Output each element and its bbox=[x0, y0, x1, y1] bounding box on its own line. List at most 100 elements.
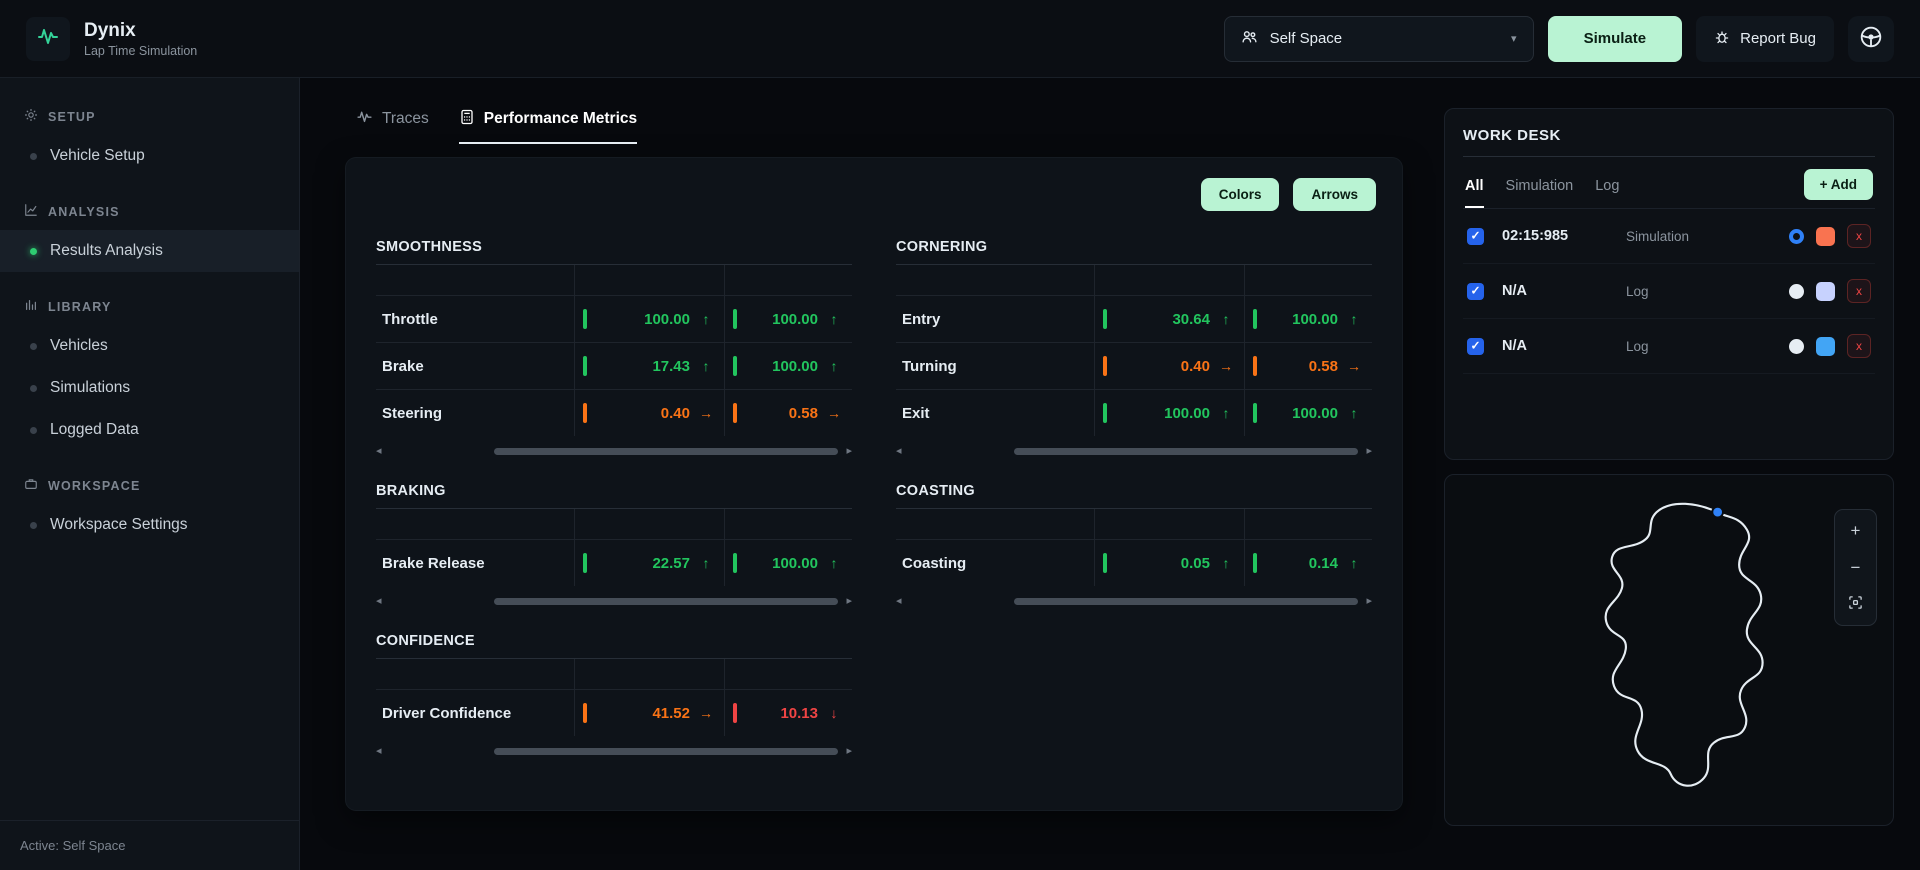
car-position-marker bbox=[1712, 507, 1723, 518]
metric-section-title: CORNERING bbox=[896, 239, 1372, 265]
scroll-right-icon[interactable]: ▸ bbox=[846, 596, 852, 607]
metric-value-cell: 0.58→ bbox=[1244, 343, 1372, 389]
scrollbar-thumb[interactable] bbox=[1014, 598, 1359, 605]
work-desk-tab-log[interactable]: Log bbox=[1595, 178, 1619, 208]
metric-value: 100.00 bbox=[745, 358, 818, 375]
metric-label: Driver Confidence bbox=[376, 690, 574, 736]
row-marker-icon[interactable] bbox=[1789, 284, 1804, 299]
metric-value-cell: 0.14↑ bbox=[1244, 540, 1372, 586]
tab-performance-metrics[interactable]: Performance Metrics bbox=[459, 108, 637, 144]
scroll-left-icon[interactable]: ◂ bbox=[376, 746, 382, 757]
sidebar-item-vehicles[interactable]: Vehicles bbox=[0, 325, 299, 367]
sidebar-item-results-analysis[interactable]: Results Analysis bbox=[0, 230, 299, 272]
profile-button[interactable] bbox=[1848, 16, 1894, 62]
metric-value-cell: 10.13↓ bbox=[724, 690, 852, 736]
scrollbar-thumb[interactable] bbox=[494, 748, 839, 755]
row-marker-icon[interactable] bbox=[1789, 229, 1804, 244]
sidebar-item-logged-data[interactable]: Logged Data bbox=[0, 409, 299, 451]
scrollbar-track[interactable] bbox=[390, 748, 839, 755]
row-remove-button[interactable]: x bbox=[1847, 279, 1871, 303]
zoom-in-button[interactable]: + bbox=[1840, 515, 1871, 546]
scroll-right-icon[interactable]: ▸ bbox=[846, 746, 852, 757]
metric-value: 30.64 bbox=[1115, 311, 1210, 328]
metric-section-braking: BRAKINGBrake Release22.57↑100.00↑◂▸ bbox=[376, 483, 852, 607]
sidebar-item-simulations[interactable]: Simulations bbox=[0, 367, 299, 409]
arrows-button[interactable]: Arrows bbox=[1293, 178, 1376, 211]
scroll-left-icon[interactable]: ◂ bbox=[376, 596, 382, 607]
sidebar-item-workspace-settings[interactable]: Workspace Settings bbox=[0, 504, 299, 546]
main-area: Traces Performance Metrics Colors Arrows… bbox=[300, 78, 1420, 870]
scrollbar-thumb[interactable] bbox=[1014, 448, 1359, 455]
work-desk-tab-all[interactable]: All bbox=[1465, 178, 1484, 208]
colors-button[interactable]: Colors bbox=[1201, 178, 1280, 211]
metric-section-confidence: CONFIDENCEDriver Confidence41.52→10.13↓◂… bbox=[376, 633, 852, 757]
metrics-column-left: SMOOTHNESSThrottle100.00↑100.00↑Brake17.… bbox=[376, 239, 852, 783]
scrollbar-track[interactable] bbox=[390, 448, 839, 455]
row-visibility-checkbox[interactable] bbox=[1467, 338, 1484, 355]
simulate-button[interactable]: Simulate bbox=[1548, 16, 1683, 62]
row-marker-icon[interactable] bbox=[1789, 339, 1804, 354]
value-bar-icon bbox=[583, 309, 587, 329]
active-space-label: Active: Self Space bbox=[0, 820, 299, 870]
row-remove-button[interactable]: x bbox=[1847, 224, 1871, 248]
horizontal-scrollbar[interactable]: ◂▸ bbox=[376, 595, 852, 607]
row-color-swatch[interactable] bbox=[1816, 337, 1835, 356]
app-logo bbox=[26, 17, 70, 61]
metric-value-cell: 0.05 ↑ bbox=[1094, 540, 1244, 586]
fit-view-button[interactable] bbox=[1840, 589, 1871, 620]
row-visibility-checkbox[interactable] bbox=[1467, 228, 1484, 245]
metric-value-cell: 100.00↑ bbox=[1244, 390, 1372, 436]
metric-section-coasting: COASTINGCoasting0.05↑0.14↑◂▸ bbox=[896, 483, 1372, 607]
bullet-icon bbox=[30, 427, 37, 434]
sidebar-section-library: LIBRARY VehiclesSimulationsLogged Data bbox=[0, 282, 299, 451]
scrollbar-thumb[interactable] bbox=[494, 598, 839, 605]
report-bug-button[interactable]: Report Bug bbox=[1696, 16, 1834, 62]
row-color-swatch[interactable] bbox=[1816, 227, 1835, 246]
metric-value-cell: 17.43↑ bbox=[574, 343, 724, 389]
metric-row-throttle: Throttle100.00↑100.00↑ bbox=[376, 295, 852, 342]
bullet-icon bbox=[30, 343, 37, 350]
scrollbar-track[interactable] bbox=[390, 598, 839, 605]
trend-up-icon: ↑ bbox=[1218, 555, 1234, 571]
work-desk-tab-simulation[interactable]: Simulation bbox=[1506, 178, 1574, 208]
sidebar-item-vehicle-setup[interactable]: Vehicle Setup bbox=[0, 135, 299, 177]
value-bar-icon bbox=[1103, 553, 1107, 573]
value-bar-icon bbox=[1253, 309, 1257, 329]
scrollbar-track[interactable] bbox=[910, 448, 1359, 455]
horizontal-scrollbar[interactable]: ◂▸ bbox=[376, 445, 852, 457]
trend-flat-icon: → bbox=[698, 705, 714, 721]
sidebar-section-label: SETUP bbox=[48, 110, 96, 124]
row-visibility-checkbox[interactable] bbox=[1467, 283, 1484, 300]
metric-value: 0.58 bbox=[1265, 358, 1338, 375]
work-desk-row: 02:15:985Simulationx bbox=[1463, 209, 1875, 264]
add-button[interactable]: + Add bbox=[1804, 169, 1873, 200]
sidebar-item-label: Workspace Settings bbox=[50, 516, 188, 534]
horizontal-scrollbar[interactable]: ◂▸ bbox=[376, 745, 852, 757]
value-bar-icon bbox=[583, 703, 587, 723]
scroll-left-icon[interactable]: ◂ bbox=[376, 446, 382, 457]
metric-table: Coasting0.05↑0.14↑ bbox=[896, 509, 1372, 586]
sidebar-section-title: SETUP bbox=[0, 92, 299, 135]
scroll-right-icon[interactable]: ▸ bbox=[1366, 446, 1372, 457]
scroll-right-icon[interactable]: ▸ bbox=[1366, 596, 1372, 607]
metric-value: 0.05 bbox=[1115, 555, 1210, 572]
zoom-out-button[interactable]: − bbox=[1840, 552, 1871, 583]
scrollbar-track[interactable] bbox=[910, 598, 1359, 605]
metric-value: 0.58 bbox=[745, 405, 818, 422]
horizontal-scrollbar[interactable]: ◂▸ bbox=[896, 445, 1372, 457]
metric-value: 0.14 bbox=[1265, 555, 1338, 572]
row-remove-button[interactable]: x bbox=[1847, 334, 1871, 358]
tab-traces[interactable]: Traces bbox=[356, 108, 429, 144]
app-title: Dynix bbox=[84, 20, 197, 42]
scrollbar-thumb[interactable] bbox=[494, 448, 839, 455]
horizontal-scrollbar[interactable]: ◂▸ bbox=[896, 595, 1372, 607]
metric-table: Throttle100.00↑100.00↑Brake17.43↑100.00↑… bbox=[376, 265, 852, 436]
trend-up-icon: ↑ bbox=[1218, 311, 1234, 327]
space-selector[interactable]: Self Space ▾ bbox=[1224, 16, 1534, 62]
scroll-right-icon[interactable]: ▸ bbox=[846, 446, 852, 457]
row-color-swatch[interactable] bbox=[1816, 282, 1835, 301]
scroll-left-icon[interactable]: ◂ bbox=[896, 446, 902, 457]
work-desk-rows: 02:15:985SimulationxN/ALogxN/ALogx bbox=[1463, 209, 1875, 374]
scroll-left-icon[interactable]: ◂ bbox=[896, 596, 902, 607]
sidebar-section-label: LIBRARY bbox=[48, 300, 112, 314]
